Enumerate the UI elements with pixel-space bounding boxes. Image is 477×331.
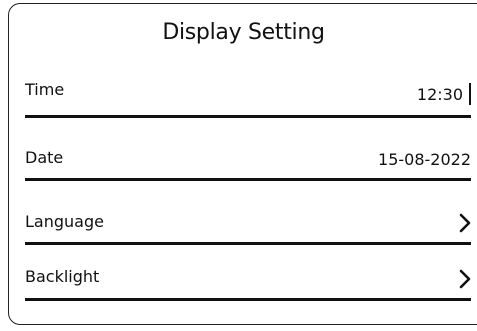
time-row[interactable]: Time 12:30 — [25, 78, 471, 118]
backlight-label: Backlight — [25, 267, 100, 286]
language-row[interactable]: Language — [25, 208, 471, 248]
row-divider — [25, 115, 471, 118]
row-divider — [25, 178, 471, 181]
text-cursor — [469, 83, 471, 105]
date-label: Date — [25, 148, 64, 167]
screen-title: Display Setting — [162, 20, 325, 45]
row-divider — [25, 298, 471, 301]
chevron-right-icon[interactable] — [459, 269, 471, 289]
row-divider — [25, 242, 471, 245]
date-row[interactable]: Date 15-08-2022 — [25, 145, 471, 185]
backlight-row[interactable]: Backlight — [25, 264, 471, 304]
time-value[interactable]: 12:30 — [417, 85, 463, 104]
date-value[interactable]: 15-08-2022 — [378, 150, 471, 169]
display-setting-screen: Display Setting Time 12:30 Date 15-08-20… — [8, 3, 477, 325]
time-label: Time — [25, 80, 65, 99]
chevron-right-icon[interactable] — [459, 213, 471, 233]
language-label: Language — [25, 212, 104, 231]
